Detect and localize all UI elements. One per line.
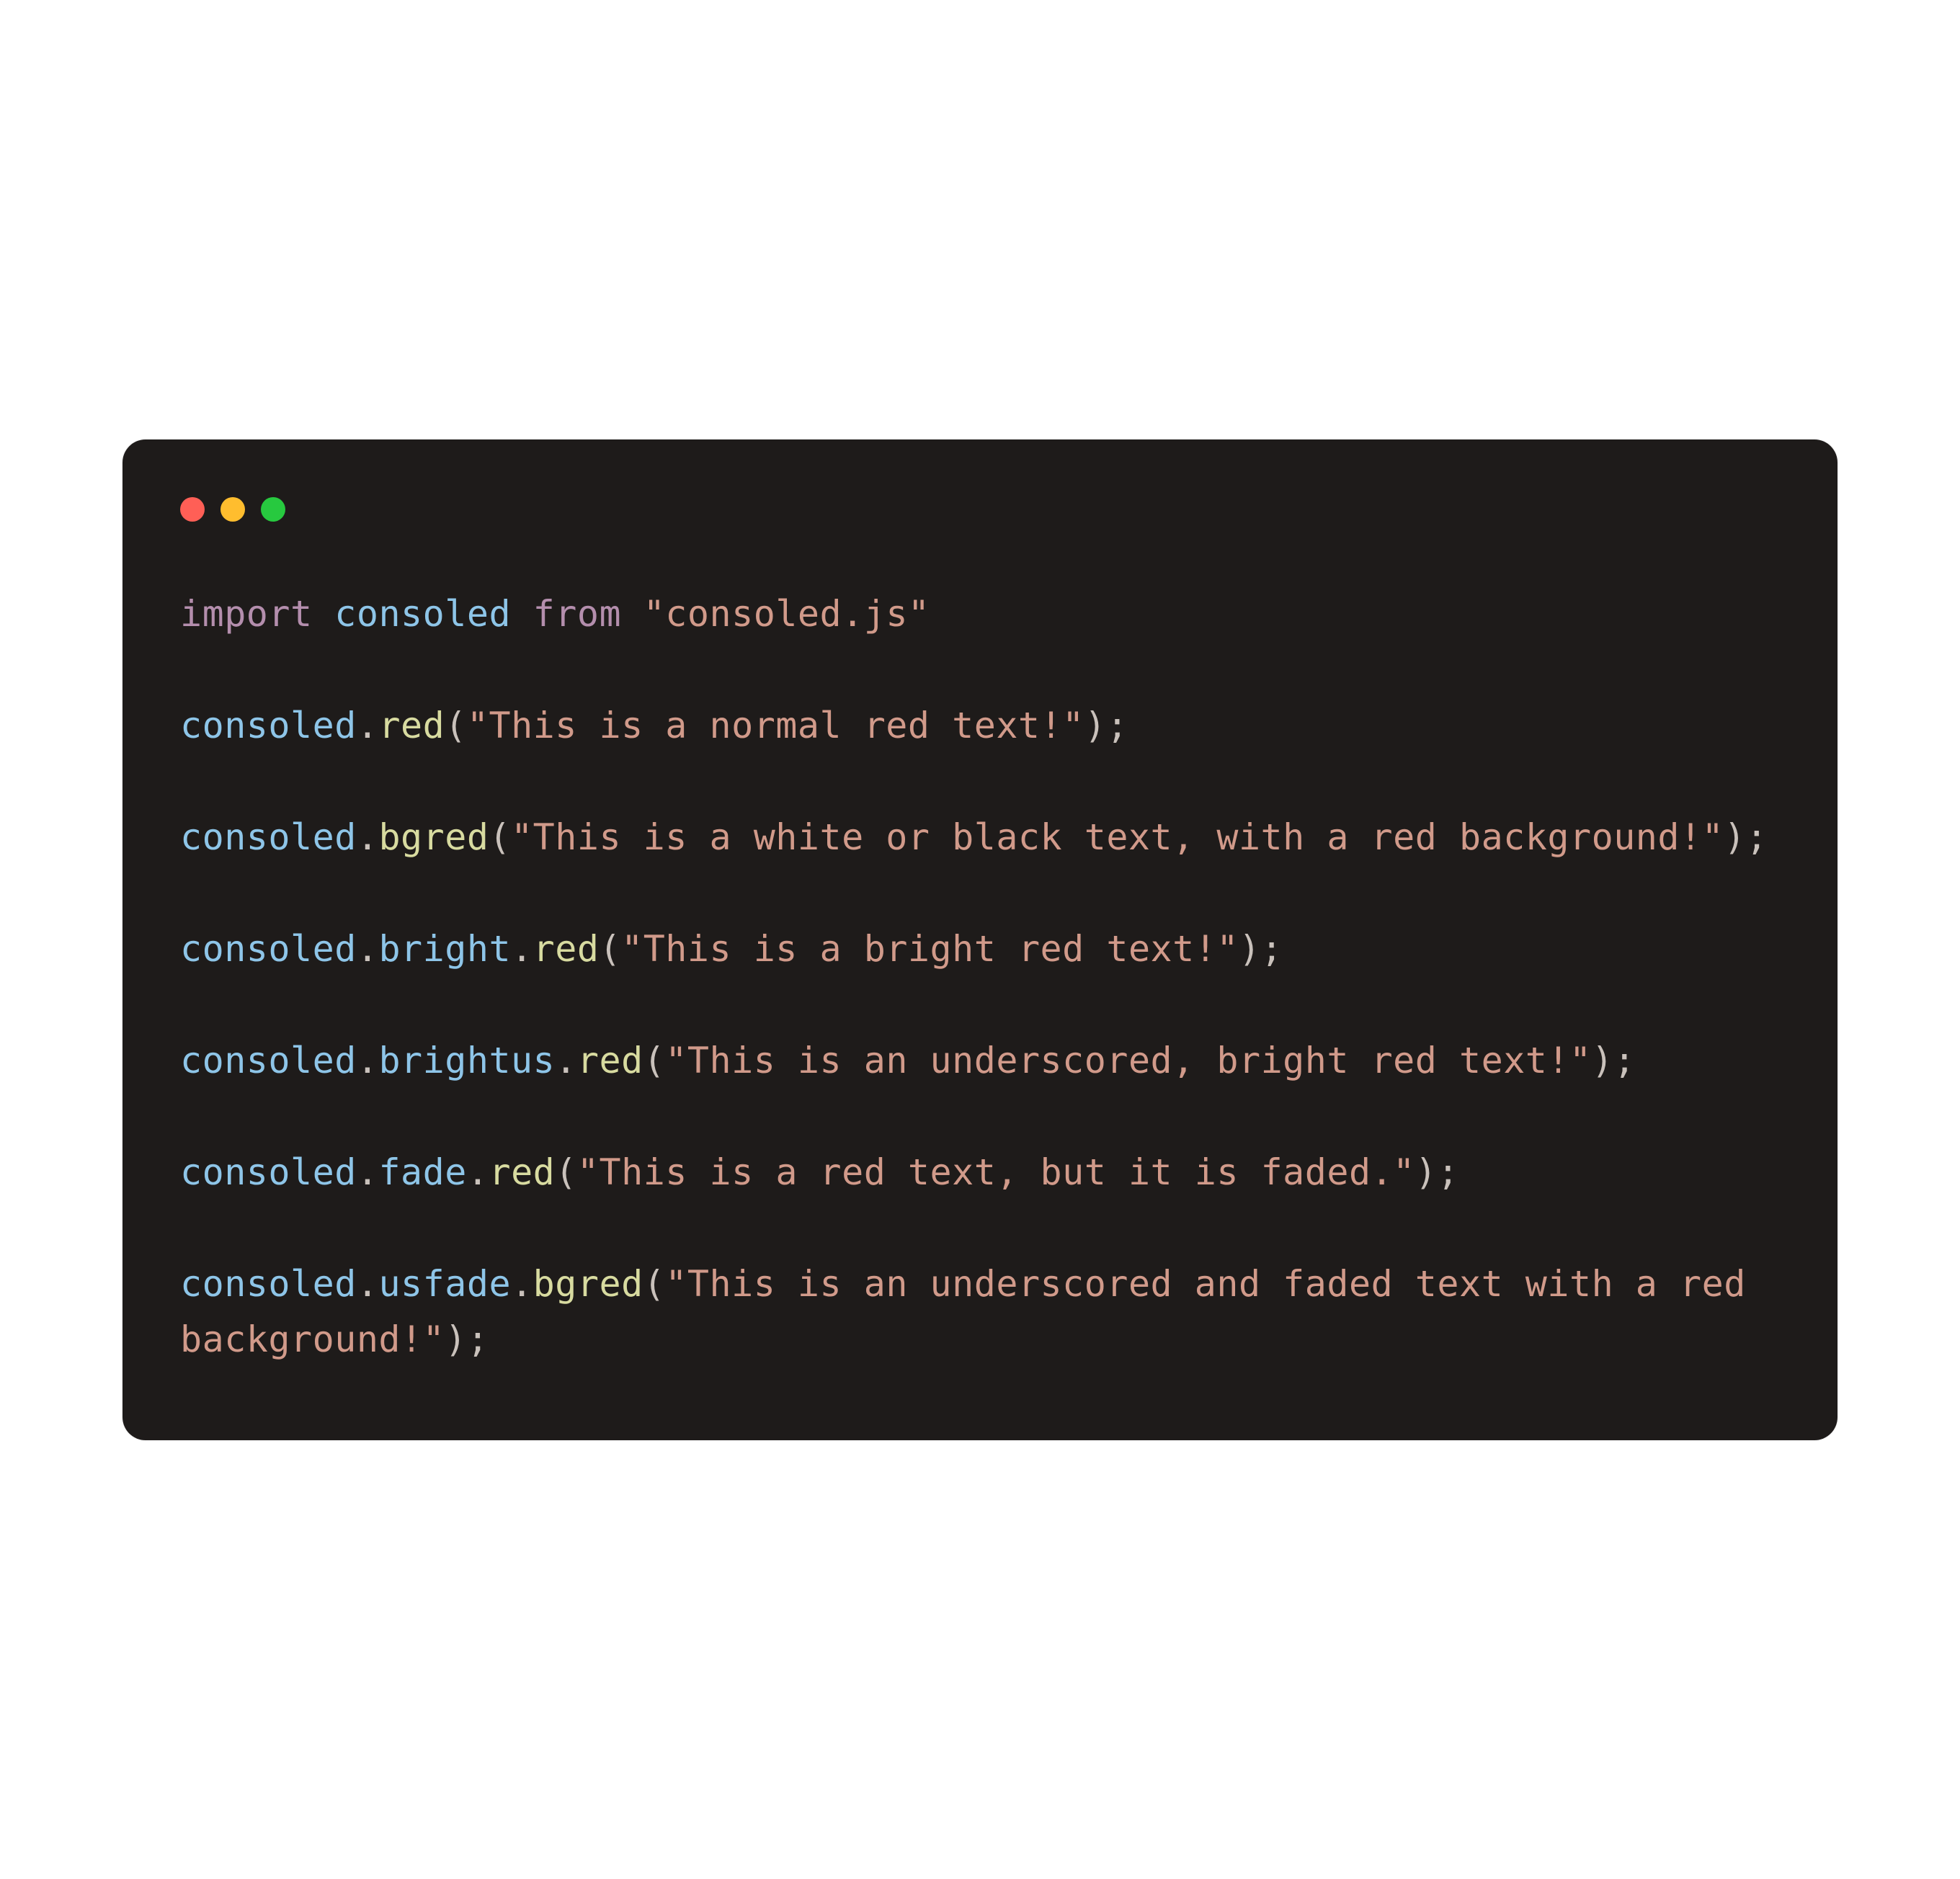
keyword-token: import (180, 593, 313, 635)
close-icon[interactable] (180, 497, 205, 522)
identifier-token: consoled (180, 705, 357, 746)
punct-token: ); (1592, 1040, 1636, 1081)
minimize-icon[interactable] (220, 497, 245, 522)
punct-token: . (357, 1040, 379, 1081)
string-token: "This is a red text, but it is faded." (577, 1151, 1415, 1193)
method-token: red (577, 1040, 643, 1081)
punct-token (313, 593, 335, 635)
punct-token: ); (1724, 816, 1768, 858)
identifier-token: fade (378, 1151, 466, 1193)
identifier-token: consoled (180, 1040, 357, 1081)
punct-token: ( (555, 1151, 577, 1193)
identifier-token: consoled (334, 593, 511, 635)
method-token: red (533, 928, 600, 970)
punct-token: ); (1084, 705, 1128, 746)
punct-token: ); (1239, 928, 1283, 970)
punct-token: ( (489, 816, 511, 858)
punct-token (621, 593, 643, 635)
punct-token: . (357, 816, 379, 858)
method-token: red (378, 705, 445, 746)
keyword-token: from (533, 593, 621, 635)
punct-token: . (511, 1263, 533, 1305)
identifier-token: brightus (378, 1040, 555, 1081)
punct-token: ); (445, 1318, 489, 1360)
method-token: bgred (533, 1263, 643, 1305)
punct-token: ( (643, 1040, 666, 1081)
punct-token: . (555, 1040, 577, 1081)
string-token: "This is a bright red text!" (621, 928, 1239, 970)
punct-token (511, 593, 533, 635)
identifier-token: consoled (180, 928, 357, 970)
punct-token: ( (445, 705, 467, 746)
string-token: "This is an underscored, bright red text… (665, 1040, 1591, 1081)
string-token: "This is a normal red text!" (467, 705, 1084, 746)
identifier-token: consoled (180, 816, 357, 858)
punct-token: . (467, 1151, 489, 1193)
traffic-lights (180, 497, 1780, 522)
identifier-token: bright (378, 928, 511, 970)
identifier-token: consoled (180, 1263, 357, 1305)
punct-token: . (357, 1263, 379, 1305)
method-token: bgred (378, 816, 489, 858)
identifier-token: usfade (378, 1263, 511, 1305)
punct-token: . (357, 928, 379, 970)
punct-token: . (511, 928, 533, 970)
identifier-token: consoled (180, 1151, 357, 1193)
code-block: import consoled from "consoled.js" conso… (180, 586, 1780, 1368)
string-token: "This is a white or black text, with a r… (511, 816, 1724, 858)
punct-token: ( (643, 1263, 666, 1305)
string-token: "consoled.js" (643, 593, 930, 635)
punct-token: . (357, 705, 379, 746)
method-token: red (489, 1151, 555, 1193)
code-window: import consoled from "consoled.js" conso… (122, 439, 1838, 1440)
zoom-icon[interactable] (261, 497, 285, 522)
punct-token: ); (1415, 1151, 1459, 1193)
punct-token: ( (599, 928, 621, 970)
punct-token: . (357, 1151, 379, 1193)
